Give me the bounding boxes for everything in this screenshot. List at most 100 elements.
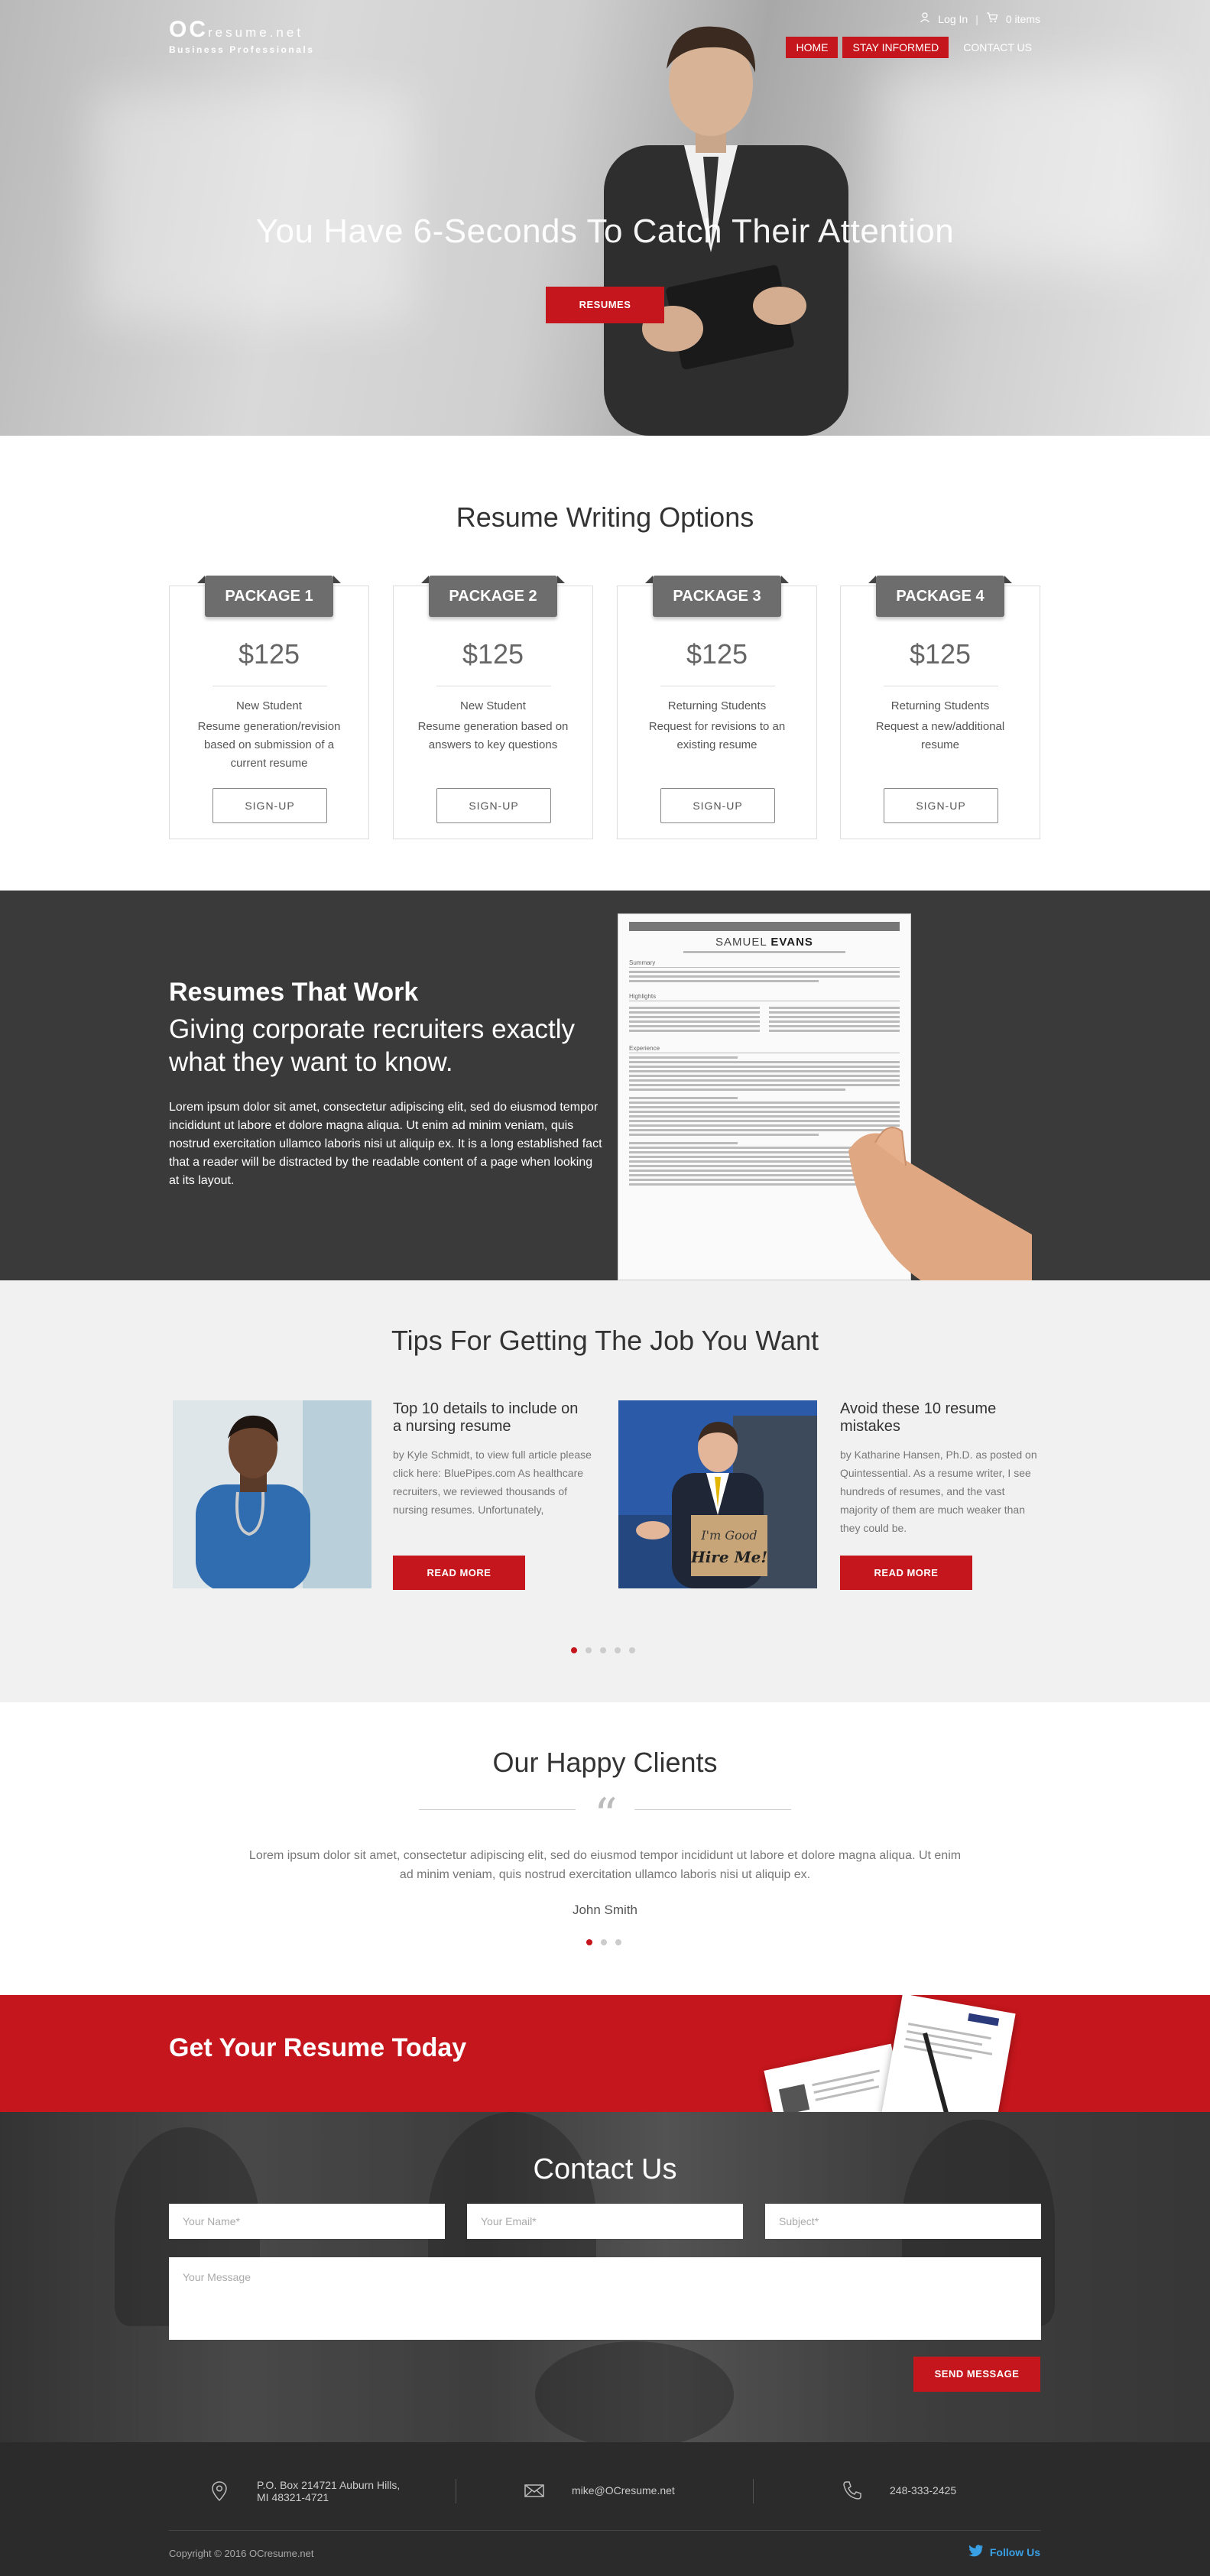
package-name: PACKAGE 2	[421, 576, 565, 617]
carousel-dot[interactable]	[586, 1939, 592, 1945]
location-pin-icon	[208, 2480, 231, 2503]
main-navigation: HOME STAY INFORMED CONTACT US	[786, 37, 1042, 58]
cart-icon[interactable]	[986, 12, 998, 25]
follow-us-label[interactable]: Follow Us	[990, 2546, 1040, 2558]
divider	[169, 2530, 1041, 2531]
site-footer: P.O. Box 214721 Auburn Hills, MI 48321-4…	[0, 2442, 1210, 2576]
article-excerpt: by Kyle Schmidt, to view full article pl…	[393, 1449, 592, 1516]
sign-line-1: I'm Good	[700, 1528, 757, 1543]
name-field[interactable]: Your Name*	[169, 2204, 445, 2239]
topbar-separator: |	[975, 12, 978, 25]
package-name: PACKAGE 1	[197, 576, 341, 617]
carousel-dot[interactable]	[615, 1939, 621, 1945]
divider	[634, 1809, 791, 1810]
tips-section: Tips For Getting The Job You Want Top 10…	[0, 1280, 1210, 1702]
testimonial-carousel-dots	[586, 1939, 621, 1945]
twitter-icon[interactable]	[968, 2545, 984, 2559]
email-link[interactable]: mike@OCresume.net	[572, 2484, 675, 2497]
package-price: $125	[686, 638, 748, 670]
resumes-that-work-section: Resumes That Work Giving corporate recru…	[0, 891, 1210, 1280]
address-line-1: P.O. Box 214721 Auburn Hills,	[257, 2479, 401, 2491]
site-logo[interactable]: OCresume.net Business Professionals	[169, 17, 314, 55]
email-field[interactable]: Your Email*	[467, 2204, 743, 2239]
testimonial-text: Lorem ipsum dolor sit amet, consectetur …	[248, 1849, 962, 1881]
read-more-button[interactable]: READ MORE	[393, 1556, 525, 1590]
sign-up-button[interactable]: SIGN-UP	[884, 788, 998, 823]
package-description: Request for revisions to an existing res…	[648, 720, 786, 751]
footer-phone: 248-333-2425	[841, 2479, 956, 2502]
package-card: PACKAGE 2 $125 New Student Resume genera…	[393, 576, 593, 839]
sign-up-button[interactable]: SIGN-UP	[212, 788, 327, 823]
resume-section-highlights: Highlights	[629, 993, 900, 1001]
copyright: Copyright © 2016 OCresume.net	[169, 2548, 314, 2559]
carousel-dot[interactable]	[586, 1647, 592, 1653]
phone-icon	[841, 2479, 864, 2502]
package-description: Resume generation/revision based on subm…	[197, 720, 341, 770]
hire-me-image[interactable]: I'm Good Hire Me!	[618, 1400, 817, 1588]
work-heading: Resumes That Work	[169, 978, 419, 1007]
package-audience: New Student	[236, 699, 302, 712]
read-more-button[interactable]: READ MORE	[840, 1556, 972, 1590]
package-price: $125	[462, 638, 524, 670]
package-price: $125	[909, 638, 972, 670]
logo-main: OC	[169, 17, 208, 42]
carousel-dot[interactable]	[615, 1647, 621, 1653]
tips-title: Tips For Getting The Job You Want	[391, 1325, 819, 1356]
contact-section: Contact Us Your Name* Your Email* Subjec…	[0, 2112, 1210, 2442]
package-audience: Returning Students	[890, 699, 990, 712]
logo-domain: resume.net	[208, 25, 304, 40]
send-message-button[interactable]: SEND MESSAGE	[913, 2357, 1040, 2392]
nav-stay-informed[interactable]: STAY INFORMED	[842, 37, 949, 58]
subject-field[interactable]: Subject*	[765, 2204, 1041, 2239]
sign-line-2: Hire Me!	[690, 1548, 767, 1566]
carousel-dot[interactable]	[600, 1647, 606, 1653]
packages-title: Resume Writing Options	[456, 501, 754, 533]
tips-carousel-dots	[571, 1647, 635, 1653]
follow-us-link[interactable]: Follow Us	[968, 2545, 1040, 2559]
cart-count[interactable]: 0 items	[1006, 13, 1040, 25]
nav-contact-us[interactable]: CONTACT US	[953, 37, 1042, 58]
hero-title: You Have 6-Seconds To Catch Their Attent…	[255, 213, 955, 250]
carousel-dot[interactable]	[629, 1647, 635, 1653]
phone-number[interactable]: 248-333-2425	[890, 2484, 956, 2497]
sign-up-button[interactable]: SIGN-UP	[660, 788, 775, 823]
hero-bg-blur	[92, 92, 413, 321]
testimonial-author: John Smith	[572, 1903, 638, 1917]
hero-section: OCresume.net Business Professionals Log …	[0, 0, 1210, 436]
article-title[interactable]: Avoid these 10 resume mistakes	[840, 1400, 1031, 1436]
package-name: PACKAGE 3	[645, 576, 789, 617]
article-title[interactable]: Top 10 details to include on a nursing r…	[393, 1400, 584, 1436]
package-audience: Returning Students	[667, 699, 767, 712]
carousel-dot[interactable]	[601, 1939, 607, 1945]
top-utility-bar: Log In | 0 items	[920, 12, 1040, 25]
nurse-image[interactable]	[173, 1400, 371, 1588]
package-audience: New Student	[460, 699, 526, 712]
package-price: $125	[238, 638, 300, 670]
quote-icon: “	[594, 1789, 618, 1842]
contact-title: Contact Us	[533, 2153, 677, 2185]
logo-tagline: Business Professionals	[169, 44, 315, 55]
package-description: Request a new/additional resume	[875, 720, 1005, 751]
package-description: Resume generation based on answers to ke…	[417, 720, 569, 751]
carousel-dot[interactable]	[571, 1647, 577, 1653]
sign-up-button[interactable]: SIGN-UP	[436, 788, 551, 823]
work-subheading: Giving corporate recruiters exactly what…	[169, 1014, 576, 1077]
package-card: PACKAGE 4 $125 Returning Students Reques…	[840, 576, 1040, 839]
package-card: PACKAGE 1 $125 New Student Resume genera…	[169, 576, 369, 839]
resume-section-experience: Experience	[629, 1045, 900, 1053]
login-link[interactable]: Log In	[938, 13, 968, 25]
nav-home[interactable]: HOME	[786, 37, 839, 58]
article-excerpt: by Katharine Hansen, Ph.D. as posted on …	[840, 1449, 1037, 1534]
happy-clients-section: Our Happy Clients “ Lorem ipsum dolor si…	[0, 1702, 1210, 1995]
cta-title: Get Your Resume Today	[169, 2033, 467, 2062]
resumes-button[interactable]: RESUMES	[546, 287, 664, 323]
divider	[419, 1809, 576, 1810]
message-field[interactable]: Your Message	[169, 2257, 1041, 2340]
mail-icon	[523, 2479, 546, 2502]
clients-title: Our Happy Clients	[492, 1747, 718, 1778]
resume-section-summary: Summary	[629, 959, 900, 968]
package-card: PACKAGE 3 $125 Returning Students Reques…	[617, 576, 817, 839]
package-name: PACKAGE 4	[868, 576, 1012, 617]
get-resume-cta[interactable]: Get Your Resume Today	[0, 1995, 1210, 2112]
divider	[753, 2479, 754, 2503]
